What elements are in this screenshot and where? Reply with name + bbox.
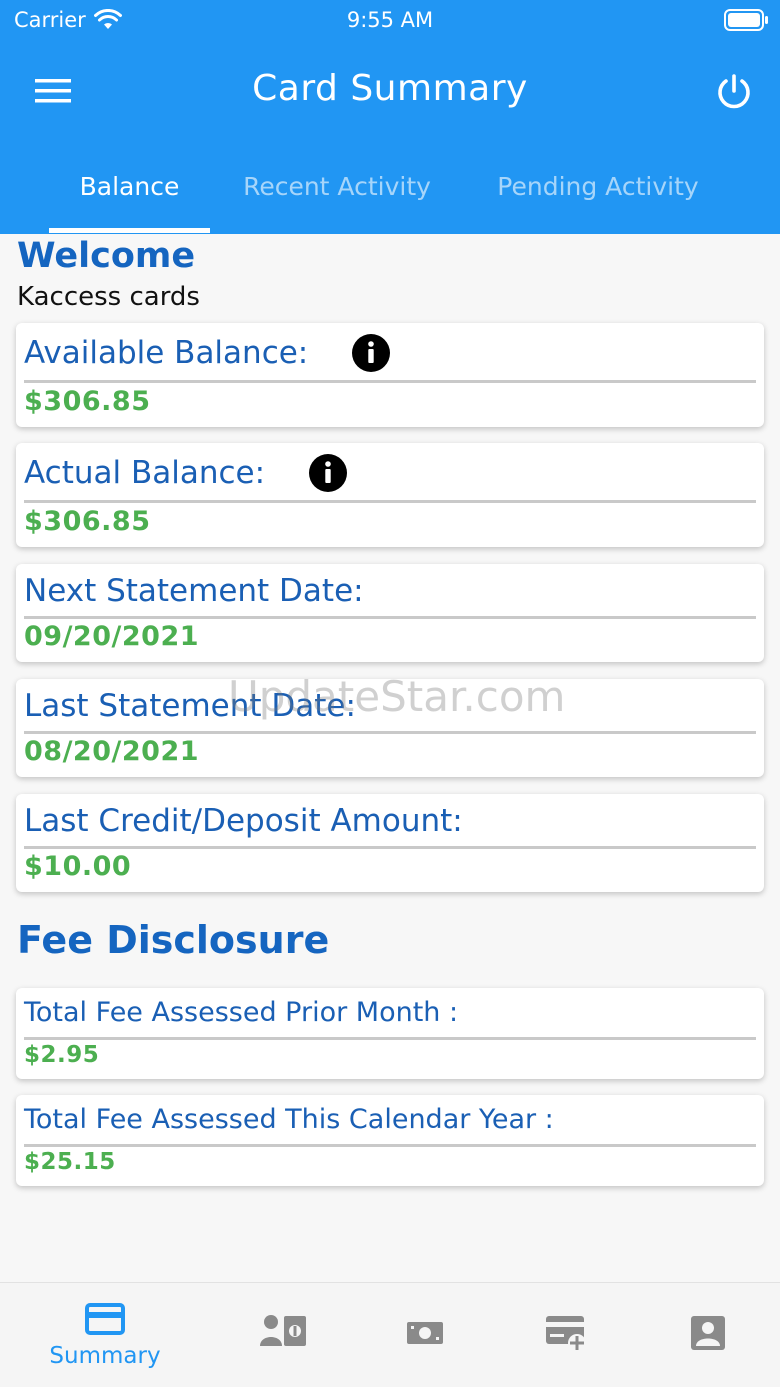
- card-value: $2.95: [24, 1042, 100, 1068]
- status-time: 9:55 AM: [346, 8, 434, 32]
- card-value: $25.15: [24, 1149, 116, 1175]
- last-statement-date-card: Last Statement Date: 08/20/2021: [16, 679, 764, 777]
- welcome-subtitle: Kaccess cards: [17, 282, 200, 312]
- tab-balance[interactable]: Balance: [49, 150, 210, 234]
- card-label: Actual Balance:: [24, 455, 266, 491]
- card-label: Total Fee Assessed This Calendar Year :: [24, 1104, 554, 1135]
- card-divider: [24, 380, 756, 383]
- welcome-heading: Welcome: [17, 236, 196, 276]
- info-icon[interactable]: [309, 454, 347, 492]
- card-divider: [24, 731, 756, 734]
- tab-indicator: [49, 228, 210, 233]
- card-value: 08/20/2021: [24, 736, 200, 767]
- info-icon[interactable]: [352, 334, 390, 372]
- card-icon: [85, 1303, 125, 1335]
- card-value: $306.85: [24, 506, 151, 537]
- card-label: Last Statement Date:: [24, 688, 356, 724]
- nav-cash[interactable]: [350, 1283, 500, 1387]
- nav-add-card[interactable]: [492, 1283, 642, 1387]
- tab-pending-activity[interactable]: Pending Activity: [480, 150, 716, 234]
- card-label: Total Fee Assessed Prior Month :: [24, 997, 459, 1028]
- card-divider: [24, 1037, 756, 1040]
- fee-calendar-year-card: Total Fee Assessed This Calendar Year : …: [16, 1095, 764, 1186]
- nav-label: Summary: [49, 1343, 161, 1369]
- next-statement-date-card: Next Statement Date: 09/20/2021: [16, 564, 764, 662]
- card-label: Next Statement Date:: [24, 573, 364, 609]
- card-divider: [24, 1144, 756, 1147]
- card-value: 09/20/2021: [24, 621, 200, 652]
- nav-transfer[interactable]: [209, 1283, 359, 1387]
- status-bar: Carrier 9:55 AM: [0, 0, 780, 42]
- available-balance-card: Available Balance: $306.85: [16, 323, 764, 427]
- account-icon: [691, 1316, 725, 1350]
- fee-disclosure-heading: Fee Disclosure: [17, 918, 330, 962]
- bottom-nav: Summary: [0, 1282, 780, 1387]
- power-icon: [718, 74, 750, 109]
- card-label: Last Credit/Deposit Amount:: [24, 803, 463, 839]
- card-divider: [24, 846, 756, 849]
- actual-balance-card: Actual Balance: $306.85: [16, 443, 764, 547]
- card-value: $10.00: [24, 851, 132, 882]
- app-header: Carrier 9:55 AM Card Summary Balance Rec…: [0, 0, 780, 234]
- nav-account[interactable]: [633, 1283, 780, 1387]
- person-money-icon: [260, 1315, 306, 1346]
- nav-summary[interactable]: Summary: [30, 1283, 180, 1387]
- cash-icon: [407, 1322, 443, 1344]
- card-label: Available Balance:: [24, 335, 309, 371]
- logout-button[interactable]: [710, 68, 758, 116]
- title-row: Card Summary: [0, 60, 780, 122]
- last-credit-deposit-card: Last Credit/Deposit Amount: $10.00: [16, 794, 764, 892]
- battery-icon: [724, 9, 768, 31]
- page-title: Card Summary: [252, 68, 528, 109]
- app-screen: Carrier 9:55 AM Card Summary Balance Rec…: [0, 0, 780, 1387]
- tab-bar: Balance Recent Activity Pending Activity: [0, 150, 780, 234]
- tab-recent-activity[interactable]: Recent Activity: [225, 150, 449, 234]
- card-divider: [24, 500, 756, 503]
- card-add-icon: [546, 1316, 586, 1352]
- card-value: $306.85: [24, 386, 151, 417]
- fee-prior-month-card: Total Fee Assessed Prior Month : $2.95: [16, 988, 764, 1079]
- card-divider: [24, 616, 756, 619]
